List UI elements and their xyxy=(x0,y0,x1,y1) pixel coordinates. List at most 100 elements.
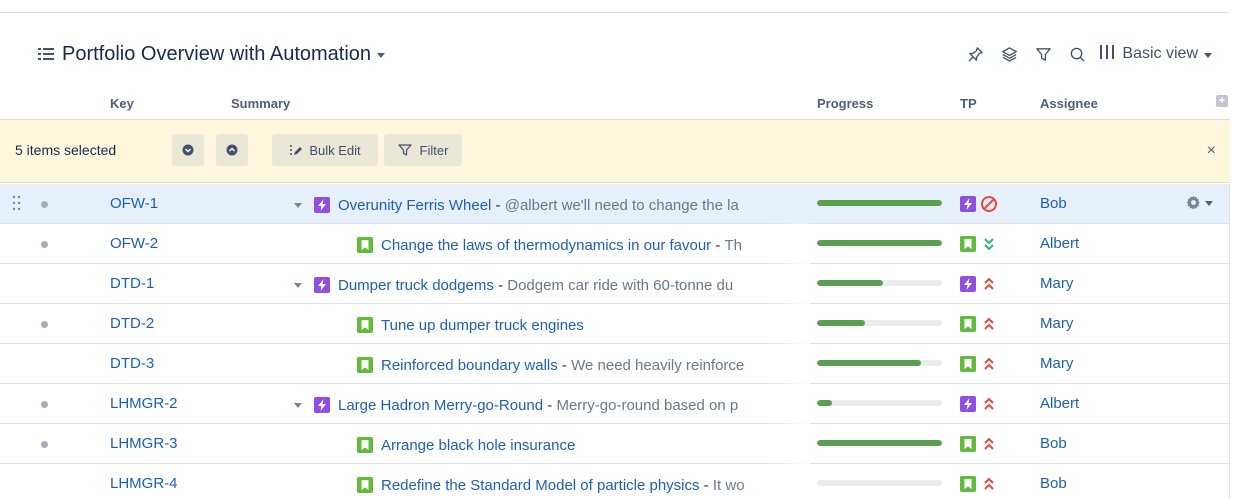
assignee-link[interactable]: Albert xyxy=(1040,235,1079,252)
issue-key-link[interactable]: DTD-2 xyxy=(110,315,154,332)
progress-bar-fill xyxy=(817,280,884,286)
table-row[interactable]: LHMGR-4 Redefine the Standard Model of pa… xyxy=(0,464,1230,499)
table-row[interactable]: OFW-2 Change the laws of thermodynamics i… xyxy=(0,224,1230,264)
issue-title-link[interactable]: Overunity Ferris Wheel xyxy=(338,197,491,214)
expand-toggle-icon[interactable] xyxy=(292,199,304,211)
issue-key-link[interactable]: OFW-2 xyxy=(110,235,158,252)
filter-label: Filter xyxy=(419,142,449,158)
progress-bar-fill xyxy=(817,440,942,446)
tp-status xyxy=(960,355,998,373)
layers-icon[interactable] xyxy=(992,42,1026,66)
filter-icon xyxy=(397,144,412,156)
expand-toggle-icon[interactable] xyxy=(292,399,304,411)
issue-summary: Redefine the Standard Model of particle … xyxy=(357,474,810,496)
column-header-progress[interactable]: Progress xyxy=(817,96,873,111)
view-title-dropdown[interactable]: Portfolio Overview with Automation xyxy=(38,42,386,66)
add-column-icon[interactable]: + xyxy=(1216,95,1228,107)
pin-icon[interactable] xyxy=(958,42,992,66)
filter-selection-button[interactable]: Filter xyxy=(384,134,462,166)
tp-status xyxy=(960,315,998,333)
priority-high-icon xyxy=(980,275,998,293)
columns-icon xyxy=(1100,44,1115,65)
view-header: Portfolio Overview with Automation Basic… xyxy=(0,34,1234,74)
move-up-button[interactable] xyxy=(216,134,248,166)
table-row[interactable]: LHMGR-2 Large Hadron Merry-go-Round - Mer… xyxy=(0,384,1230,424)
text-fade-overlay xyxy=(770,184,810,224)
tp-status xyxy=(960,435,998,453)
story-icon xyxy=(357,477,373,493)
text-fade-overlay xyxy=(770,264,810,304)
bulk-edit-icon xyxy=(290,145,303,155)
row-marker-dot xyxy=(41,441,48,448)
row-marker-dot xyxy=(41,241,48,248)
issue-title-link[interactable]: Change the laws of thermodynamics in our… xyxy=(381,237,711,254)
assignee-link[interactable]: Bob xyxy=(1040,195,1067,212)
epic-icon xyxy=(960,396,976,412)
issue-key-link[interactable]: LHMGR-4 xyxy=(110,475,178,492)
text-fade-overlay xyxy=(770,384,810,424)
summary-separator: - xyxy=(557,356,572,374)
issue-description: Th xyxy=(724,236,743,254)
issue-summary: Dumper truck dodgems - Dodgem car ride w… xyxy=(292,274,810,296)
issue-title-link[interactable]: Arrange black hole insurance xyxy=(381,437,575,454)
column-header-tp[interactable]: TP xyxy=(960,96,977,111)
issue-title-link[interactable]: Reinforced boundary walls xyxy=(381,357,558,374)
issue-title-link[interactable]: Large Hadron Merry-go-Round xyxy=(338,397,543,414)
selection-count: 5 items selected xyxy=(15,142,117,158)
issue-title-link[interactable]: Tune up dumper truck engines xyxy=(381,317,584,334)
filter-icon[interactable] xyxy=(1026,42,1060,66)
expand-toggle-icon[interactable] xyxy=(292,279,304,291)
table-row[interactable]: OFW-1 Overunity Ferris Wheel - @albert we… xyxy=(0,184,1230,224)
assignee-link[interactable]: Bob xyxy=(1040,475,1067,492)
issue-summary: Change the laws of thermodynamics in our… xyxy=(357,234,810,256)
gear-icon xyxy=(1186,195,1200,210)
priority-high-icon xyxy=(980,395,998,413)
column-header-key[interactable]: Key xyxy=(110,96,134,111)
progress-bar xyxy=(817,280,942,286)
selection-bar: 5 items selected Bulk Edit Filter × xyxy=(0,119,1230,183)
row-marker-dot xyxy=(41,201,48,208)
progress-bar xyxy=(817,480,942,486)
issue-description: Dodgem car ride with 60-tonne du xyxy=(507,276,734,294)
bulk-edit-label: Bulk Edit xyxy=(309,142,361,158)
row-actions-button[interactable] xyxy=(1186,195,1213,210)
issue-key-link[interactable]: LHMGR-3 xyxy=(110,435,178,452)
column-header-summary[interactable]: Summary xyxy=(231,96,290,111)
drag-handle-icon[interactable] xyxy=(12,193,22,213)
issue-key-link[interactable]: DTD-3 xyxy=(110,355,154,372)
view-mode-dropdown[interactable]: Basic view xyxy=(1100,44,1212,65)
table-row[interactable]: DTD-2 Tune up dumper truck engines Mary xyxy=(0,304,1230,344)
text-fade-overlay xyxy=(770,344,810,384)
table-row[interactable]: LHMGR-3 Arrange black hole insurance Bob xyxy=(0,424,1230,464)
story-icon xyxy=(960,236,976,252)
priority-high-icon xyxy=(980,355,998,373)
progress-bar xyxy=(817,440,942,446)
progress-bar xyxy=(817,360,942,366)
progress-bar-fill xyxy=(817,320,865,326)
search-icon[interactable] xyxy=(1060,42,1094,66)
table-row[interactable]: DTD-3 Reinforced boundary walls - We need… xyxy=(0,344,1230,384)
text-fade-overlay xyxy=(770,224,810,264)
assignee-link[interactable]: Mary xyxy=(1040,355,1073,372)
issue-key-link[interactable]: OFW-1 xyxy=(110,195,158,212)
assignee-link[interactable]: Mary xyxy=(1040,315,1073,332)
chevron-down-icon xyxy=(1205,201,1213,206)
view-title: Portfolio Overview with Automation xyxy=(62,42,372,65)
tp-status xyxy=(960,395,998,413)
scrollbar-track[interactable] xyxy=(1229,184,1230,499)
view-mode-label: Basic view xyxy=(1122,45,1198,62)
assignee-link[interactable]: Bob xyxy=(1040,435,1067,452)
bulk-edit-button[interactable]: Bulk Edit xyxy=(272,134,378,166)
column-header-assignee[interactable]: Assignee xyxy=(1040,96,1098,111)
assignee-link[interactable]: Mary xyxy=(1040,275,1073,292)
text-fade-overlay xyxy=(770,464,810,499)
issue-key-link[interactable]: DTD-1 xyxy=(110,275,154,292)
move-down-button[interactable] xyxy=(172,134,204,166)
close-icon[interactable]: × xyxy=(1207,142,1216,160)
issue-key-link[interactable]: LHMGR-2 xyxy=(110,395,178,412)
assignee-link[interactable]: Albert xyxy=(1040,395,1079,412)
issue-title-link[interactable]: Redefine the Standard Model of particle … xyxy=(381,477,700,494)
issue-title-link[interactable]: Dumper truck dodgems xyxy=(338,277,494,294)
table-row[interactable]: DTD-1 Dumper truck dodgems - Dodgem car r… xyxy=(0,264,1230,304)
story-icon xyxy=(357,237,373,253)
